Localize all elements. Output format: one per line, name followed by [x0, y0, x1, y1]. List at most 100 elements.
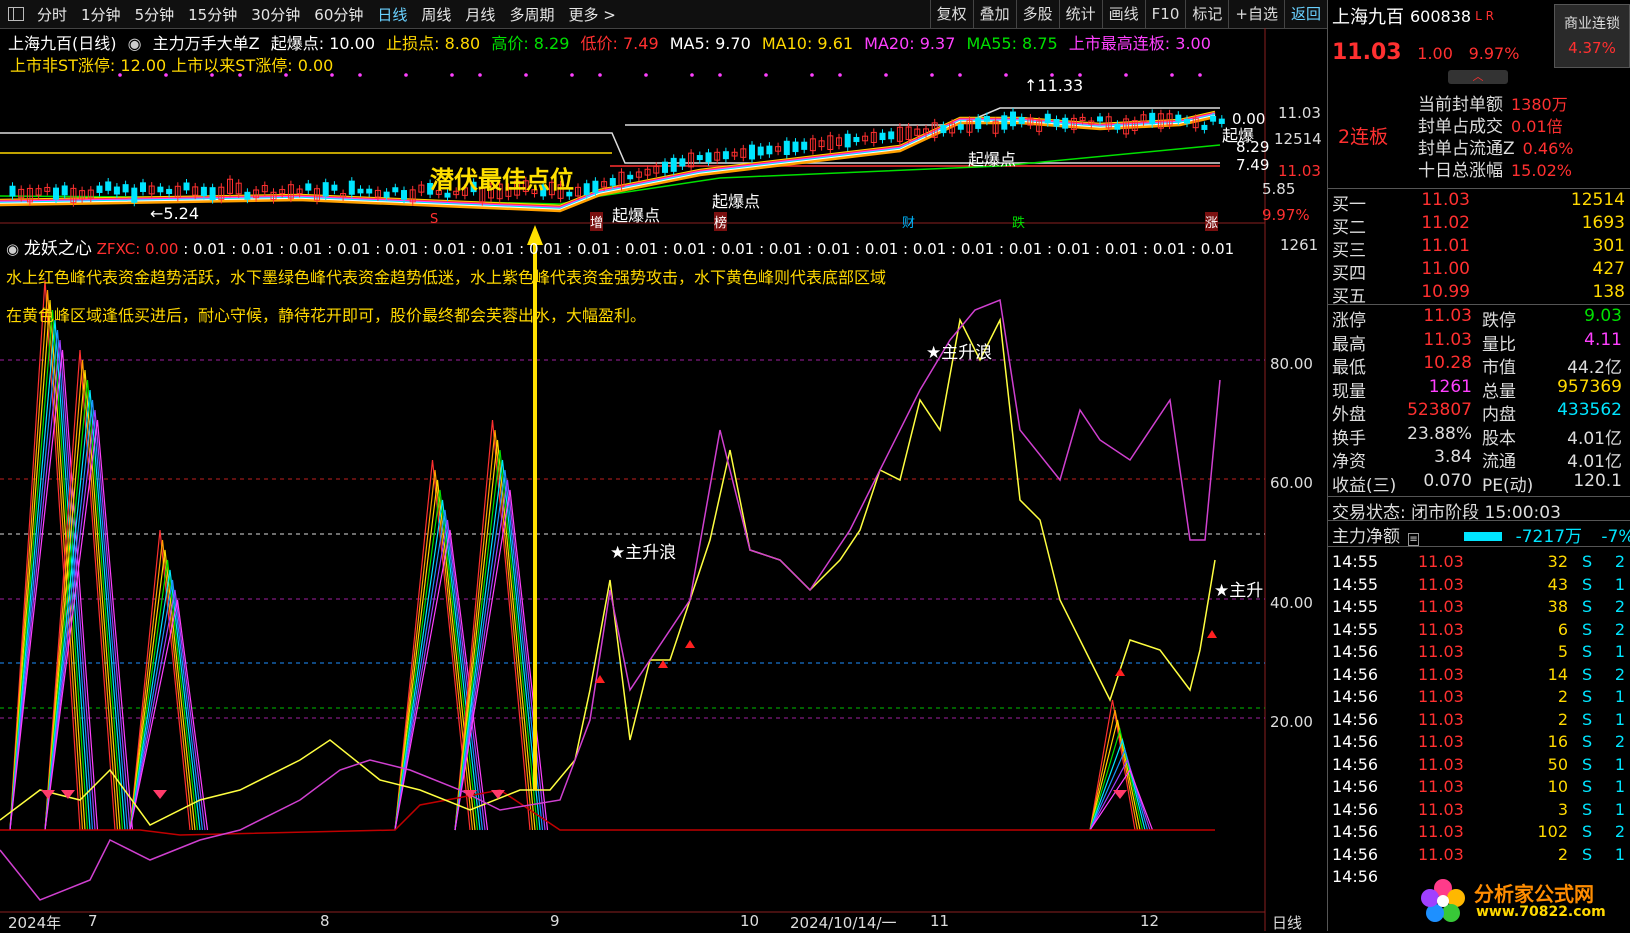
up-arrow-icon	[658, 660, 668, 668]
collapse-icon[interactable]: ◉	[128, 34, 142, 53]
indicator-values: : 0.01 : 0.01 : 0.01 : 0.01 : 0.01 : 0.0…	[183, 240, 1235, 258]
qibao-tag-3: 起爆点	[968, 150, 1017, 169]
signal-dot	[930, 73, 934, 77]
ref-value-label: 8.29	[1236, 138, 1270, 156]
indicator-axis-label: 20.00	[1270, 713, 1313, 731]
tick-row: 14:56 11.03 102 S 2	[1332, 822, 1625, 841]
last-price: 11.03	[1332, 40, 1402, 65]
qibao-tag-1: 起爆点	[612, 206, 661, 225]
tick-row: 14:56 11.03 10 S 1	[1332, 777, 1625, 796]
date-axis-label: 2024年	[8, 914, 62, 932]
net-flow-label: 主力净额	[1332, 527, 1400, 547]
bid-row[interactable]: 买三 11.01 301	[1328, 236, 1630, 261]
stock-name: 上海九百	[1332, 7, 1404, 28]
tick-row: 14:56 11.03 5 S 1	[1332, 642, 1625, 661]
price-axis-label: 5.85	[1262, 180, 1296, 198]
signal-dot	[958, 73, 962, 77]
wave-label-3: ★主升	[1214, 581, 1264, 601]
rainbow-peak-line	[129, 559, 199, 831]
up-arrow-icon	[1115, 668, 1125, 676]
bid-row[interactable]: 买二 11.02 1693	[1328, 213, 1630, 238]
pct-axis-label: 9.97%	[1262, 206, 1310, 224]
low-value: 低价: 7.49	[580, 34, 659, 53]
event-marker[interactable]: 财	[902, 212, 915, 231]
date-axis-label: 2024/10/14/一	[790, 914, 897, 932]
ma55-value: MA55: 8.75	[966, 34, 1058, 53]
rainbow-peak-line	[394, 529, 489, 831]
up-arrow-icon	[685, 640, 695, 648]
qibao-tag-2: 起爆点	[712, 192, 761, 211]
divider	[1328, 188, 1630, 189]
divider	[1328, 546, 1630, 547]
event-marker[interactable]: 涨	[1205, 212, 1219, 231]
signal-dot	[1198, 73, 1202, 77]
stat-cell: 市值 44.2亿	[1482, 358, 1622, 378]
stat-cell: 涨停 11.03	[1332, 306, 1472, 331]
stat-cell: 最高 11.03	[1332, 329, 1472, 355]
event-marker[interactable]: S	[430, 212, 438, 227]
quote-panel: 上海九百 600838 L R 商业连锁 4.37% 11.03 1.00 9.…	[1327, 0, 1630, 931]
tick-row: 14:56 11.03 3 S 1	[1332, 799, 1625, 819]
bid-row[interactable]: 买四 11.00 427	[1328, 259, 1630, 284]
volume-axis-label: 12514	[1274, 130, 1322, 148]
rainbow-peak-line	[454, 479, 546, 831]
wave-label-1: ★主升浪	[610, 543, 677, 563]
tick-row: 14:55 11.03 38 S 2	[1332, 597, 1625, 616]
net-flow-pct: -7%	[1601, 527, 1630, 547]
event-marker[interactable]: 跌	[1012, 212, 1025, 231]
tick-row: 14:55 11.03 6 S 2	[1332, 619, 1625, 639]
price-row: 11.03 1.00 9.97%	[1332, 40, 1527, 65]
tick-row: 14:56 11.03 16 S 2	[1332, 732, 1625, 751]
signal-dot	[644, 73, 648, 77]
signal-dot	[598, 73, 602, 77]
high-price-label: ↑11.33	[1024, 76, 1084, 95]
indicator-title: 龙妖之心	[23, 239, 92, 259]
best-point-callout: 潜伏最佳点位	[430, 166, 574, 194]
max-lianban-value: 上市最高连板: 3.00	[1068, 34, 1211, 53]
tick-row: 14:55 11.03 43 S 1	[1332, 574, 1625, 594]
signal-dot	[404, 73, 408, 77]
stock-title: 上海九百(日线)	[8, 34, 117, 53]
ref-value-label: 0.00	[1232, 110, 1266, 128]
qibao-value: 起爆点: 10.00	[270, 34, 376, 53]
stat-cell: 外盘 523807	[1332, 400, 1472, 425]
indicator-desc-1: 水上红色峰代表资金趋势活跃，水下墨绿色峰代表资金趋势低迷，水上紫色峰代表资金强势…	[6, 268, 887, 287]
tick-row: 14:55 11.03 32 S 2	[1332, 552, 1625, 571]
date-axis-label: 10	[740, 912, 760, 930]
expand-icon[interactable]: ︿	[1448, 70, 1508, 84]
divider	[1328, 520, 1630, 521]
logo-url: www.70822.com	[1476, 904, 1606, 920]
sector-badge[interactable]: 商业连锁 4.37%	[1554, 4, 1630, 68]
chart-area[interactable]: 分时 1分钟 5分钟 15分钟 30分钟 60分钟 日线 周线 月线 多周期 更多 > 复权 叠加 多股…	[0, 0, 1327, 932]
divider	[1328, 304, 1630, 305]
signal-dot	[570, 73, 574, 77]
high-value: 高价: 8.29	[491, 34, 570, 53]
bid-row[interactable]: 买一 11.03 12514	[1328, 190, 1630, 215]
st-info: 上市非ST涨停: 12.00 上市以来ST涨停: 0.00	[10, 56, 334, 75]
baseline-red-line	[0, 789, 1215, 836]
stat-cell: 净资 3.84	[1332, 447, 1472, 472]
divider	[1328, 496, 1630, 497]
bid-row[interactable]: 买五 10.99 138	[1328, 282, 1630, 307]
list-icon[interactable]: ≡	[1408, 533, 1419, 546]
date-axis-label: 11	[930, 912, 950, 930]
ref-value-label: 7.49	[1236, 156, 1270, 174]
indicator-collapse-icon[interactable]: ◉	[6, 240, 19, 258]
price-axis-label: 11.03	[1278, 104, 1321, 122]
indicator-axis-label: 40.00	[1270, 594, 1313, 612]
lr-badge: L R	[1475, 9, 1494, 23]
tick-row: 14:56 11.03 50 S 1	[1332, 754, 1625, 774]
event-marker[interactable]: 增	[590, 212, 604, 231]
stat-cell: 总量 957369	[1482, 376, 1622, 402]
up-arrow-icon	[1207, 630, 1217, 638]
net-flow-value: -7217万	[1515, 527, 1583, 547]
signal-dot	[358, 73, 362, 77]
candlestick-chart[interactable]	[0, 0, 1327, 931]
signal-dot	[1124, 73, 1128, 77]
low-price-label: ←5.24	[150, 204, 200, 223]
event-marker[interactable]: 榜	[714, 212, 728, 231]
diamond-signal-icon	[41, 790, 55, 799]
diamond-signal-icon	[153, 790, 167, 799]
indicator-axis-label: 1261	[1280, 236, 1319, 254]
signal-dot	[884, 73, 888, 77]
